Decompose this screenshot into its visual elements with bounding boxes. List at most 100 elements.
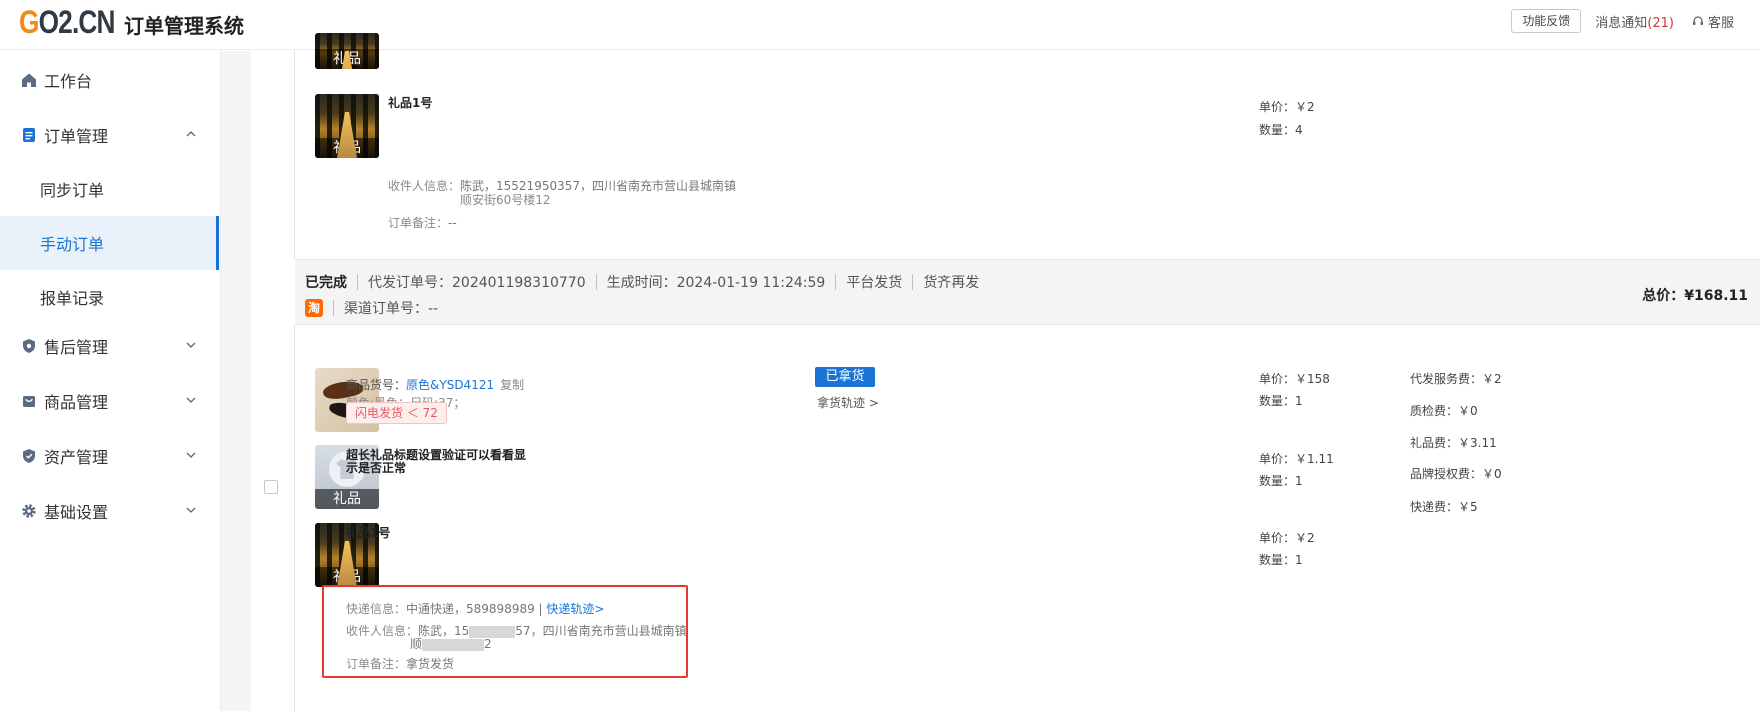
shield-icon xyxy=(20,337,38,355)
thumb-label: 礼品 xyxy=(315,489,379,509)
quantity: 数量：1 xyxy=(1259,394,1303,408)
service-fee: 代发服务费：￥2 xyxy=(1410,372,1502,386)
thumb-label: 礼品 xyxy=(315,567,379,587)
quantity: 数量：1 xyxy=(1259,553,1303,567)
divider xyxy=(912,274,914,290)
chevron-down-icon xyxy=(186,397,196,403)
remark-value: -- xyxy=(448,216,457,230)
order-status: 已完成 xyxy=(305,275,347,291)
product-thumbnail: 礼品 xyxy=(315,33,379,69)
sidebar-item-label: 工作台 xyxy=(44,72,93,91)
sku-link[interactable]: 原色&YSD4121 xyxy=(406,378,494,392)
system-title: 订单管理系统 xyxy=(124,14,244,38)
headset-icon xyxy=(1692,16,1703,25)
sidebar-item-label: 资产管理 xyxy=(44,448,109,467)
channel-row: 淘 渠道订单号：-- xyxy=(305,298,438,318)
divider xyxy=(294,51,295,259)
picked-status-badge: 已拿货 xyxy=(815,367,875,387)
gear-icon xyxy=(20,502,38,520)
top-header: GO2.CN 订单管理系统 功能反馈 消息通知(21) 客服 xyxy=(0,0,1760,50)
logo-rest: O2.CN xyxy=(38,3,116,40)
copy-button[interactable]: 复制 xyxy=(500,378,524,392)
notifications-link[interactable]: 消息通知(21) xyxy=(1595,12,1674,31)
divider xyxy=(294,325,295,711)
divider xyxy=(333,300,334,316)
order-total: 总价：¥168.11 xyxy=(1642,285,1748,305)
thumb-label: 礼品 xyxy=(315,138,379,158)
gift-fee: 礼品费：￥3.11 xyxy=(1410,436,1497,450)
total-value: ¥168.11 xyxy=(1684,288,1748,304)
unit-price: 单价：￥2 xyxy=(1259,100,1315,114)
sidebar-item-label: 商品管理 xyxy=(44,393,109,412)
order-meta-row: 已完成 代发订单号：202401198310770 生成时间：2024-01-1… xyxy=(305,272,979,292)
unit-price: 单价：￥158 xyxy=(1259,372,1330,386)
notice-count: (21) xyxy=(1647,15,1674,31)
pickup-track-link[interactable]: 拿货轨迹 > xyxy=(817,394,879,411)
order-select-checkbox[interactable] xyxy=(264,480,278,494)
product-name: 礼品1号 xyxy=(388,96,433,110)
order-remark: 订单备注：-- xyxy=(388,216,457,230)
sidebar-item-after-sales[interactable]: 售后管理 xyxy=(0,319,219,373)
product-name: 礼品1号 xyxy=(346,526,391,540)
product-name-line2: 示是否正常 xyxy=(346,461,407,475)
product-name-line1: 超长礼品标题设置验证可以看看显 xyxy=(346,448,527,462)
bag-icon xyxy=(20,392,38,410)
main-content: 礼品 礼品 礼品1号 单价：￥2 数量：4 收件人信息：陈武，155219503… xyxy=(251,33,1760,711)
receiver-line1: 陈武，15521950357，四川省南充市营山县城南镇 xyxy=(460,179,736,193)
reship-mode: 货齐再发 xyxy=(923,275,980,291)
sidebar-item-label: 售后管理 xyxy=(44,338,109,357)
chevron-up-icon xyxy=(186,131,196,137)
created-time: 生成时间：2024-01-19 11:24:59 xyxy=(606,275,826,291)
chevron-down-icon xyxy=(186,452,196,458)
sidebar-item-report-records[interactable]: 报单记录 xyxy=(0,270,219,324)
chevron-down-icon xyxy=(186,507,196,513)
sidebar-scroll-rail xyxy=(221,51,251,711)
logo[interactable]: GO2.CN xyxy=(19,4,123,40)
sidebar-item-asset-management[interactable]: 资产管理 xyxy=(0,429,219,483)
quantity: 数量：4 xyxy=(1259,123,1303,137)
total-label: 总价： xyxy=(1642,288,1685,304)
receiver-line2: 顺安街60号楼12 xyxy=(460,193,551,207)
header-actions: 功能反馈 消息通知(21) 客服 xyxy=(1511,9,1734,33)
product-thumbnail: 礼品 xyxy=(315,94,379,158)
shipping-fee: 快递费：￥5 xyxy=(1410,500,1478,514)
order-header: 已完成 代发订单号：202401198310770 生成时间：2024-01-1… xyxy=(295,259,1760,325)
order-number: 代发订单号：202401198310770 xyxy=(368,275,586,291)
sku-row: 商品货号：原色&YSD4121 复制 xyxy=(346,378,524,392)
sidebar-item-basic-settings[interactable]: 基础设置 xyxy=(0,484,219,538)
sidebar-item-label: 手动订单 xyxy=(40,235,105,254)
channel-order-number: 渠道订单号：-- xyxy=(344,301,439,317)
feedback-button[interactable]: 功能反馈 xyxy=(1511,9,1582,33)
flash-ship-tag: 闪电发货 ＜ 72 xyxy=(346,402,447,424)
logo-text: GO2.CN xyxy=(19,3,116,40)
sidebar-item-manual-orders[interactable]: 手动订单 xyxy=(0,216,219,270)
quantity: 数量：1 xyxy=(1259,474,1303,488)
notice-label: 消息通知 xyxy=(1595,15,1648,31)
thumb-label: 礼品 xyxy=(315,49,379,69)
sidebar-item-product-management[interactable]: 商品管理 xyxy=(0,374,219,428)
remark-label: 订单备注： xyxy=(388,216,449,230)
home-icon xyxy=(20,71,38,89)
sidebar-item-label: 订单管理 xyxy=(44,127,109,146)
sku-label: 商品货号： xyxy=(346,378,407,392)
receiver-info: 收件人信息：陈武，15521950357，四川省南充市营山县城南镇 xyxy=(388,179,736,193)
sidebar-item-label: 同步订单 xyxy=(40,181,105,200)
sidebar: 工作台 订单管理 同步订单 手动订单 报单记录 售后管理 商品管理 资产管理 基… xyxy=(0,51,221,711)
unit-price: 单价：￥2 xyxy=(1259,531,1315,545)
receiver-label: 收件人信息： xyxy=(388,179,461,193)
document-icon xyxy=(20,126,38,144)
sidebar-item-order-management[interactable]: 订单管理 xyxy=(0,108,219,162)
sidebar-item-label: 报单记录 xyxy=(40,289,105,308)
service-label: 客服 xyxy=(1707,15,1734,31)
highlight-box xyxy=(322,585,688,678)
customer-service-link[interactable]: 客服 xyxy=(1692,12,1734,31)
brand-license-fee: 品牌授权费：￥0 xyxy=(1410,467,1502,481)
sidebar-item-workbench[interactable]: 工作台 xyxy=(0,53,219,107)
divider xyxy=(357,274,358,290)
sidebar-item-label: 基础设置 xyxy=(44,503,109,522)
divider xyxy=(835,274,837,290)
unit-price: 单价：￥1.11 xyxy=(1259,452,1334,466)
sidebar-item-sync-orders[interactable]: 同步订单 xyxy=(0,162,219,216)
divider xyxy=(595,274,597,290)
ship-mode: 平台发货 xyxy=(846,275,903,291)
